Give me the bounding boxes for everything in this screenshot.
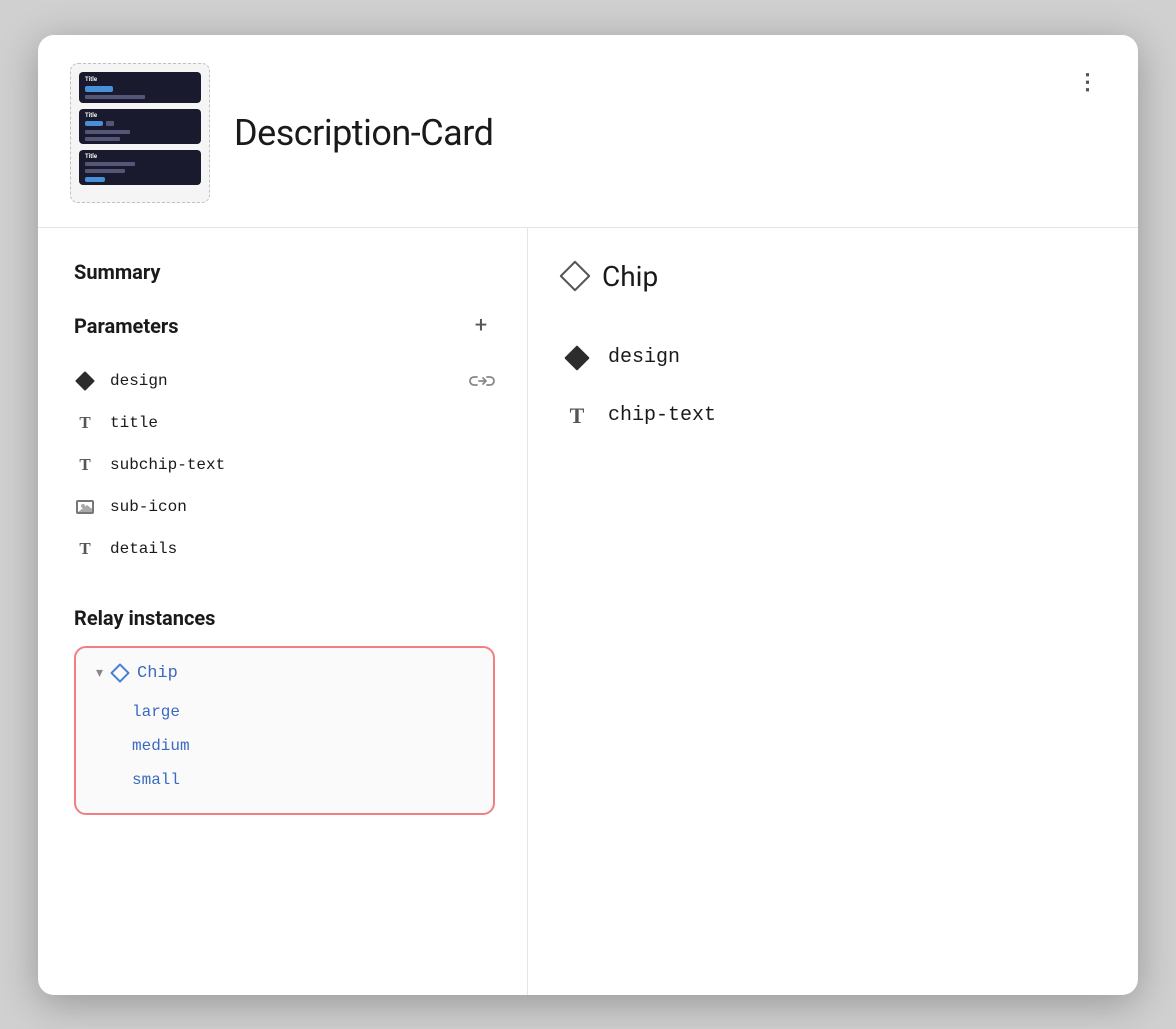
relay-chip-name: Chip	[137, 664, 178, 683]
right-param-design: design	[564, 329, 1102, 387]
more-options-button[interactable]: ⋮	[1070, 63, 1106, 99]
parameters-header: Parameters +	[74, 312, 495, 340]
chevron-down-icon: ▾	[96, 665, 103, 681]
t-icon-subchip: T	[74, 454, 96, 476]
relay-chip-sub-items: large medium small	[96, 695, 473, 797]
right-diamond-filled-icon	[564, 345, 590, 371]
right-param-chip-text: T chip-text	[564, 387, 1102, 445]
right-section-header: Chip	[564, 260, 1102, 293]
param-subchip-text-label: subchip-text	[110, 456, 495, 474]
relay-sub-item-small[interactable]: small	[132, 763, 473, 797]
header-title-area: Description-Card	[234, 112, 1046, 154]
right-param-design-label: design	[608, 346, 680, 369]
right-panel: Chip design T chip-text	[528, 228, 1138, 995]
header: Title Title Title Description-	[38, 35, 1138, 228]
summary-section-title: Summary	[74, 260, 495, 284]
param-design-label: design	[110, 372, 455, 390]
image-icon-sub-icon	[74, 496, 96, 518]
param-details-label: details	[110, 540, 495, 558]
main-window: Title Title Title Description-	[38, 35, 1138, 995]
param-design-link-icon[interactable]	[469, 371, 495, 391]
right-t-icon-chip-text: T	[564, 403, 590, 429]
chip-outline-icon	[559, 260, 590, 291]
chip-diamond-outline-icon	[110, 663, 130, 683]
right-param-chip-text-label: chip-text	[608, 404, 716, 427]
relay-instance-chip-header[interactable]: ▾ Chip	[96, 664, 473, 683]
left-panel: Summary Parameters + design	[38, 228, 528, 995]
relay-instances-title: Relay instances	[74, 606, 495, 630]
right-param-list: design T chip-text	[564, 329, 1102, 445]
t-icon-title: T	[74, 412, 96, 434]
relay-sub-item-medium[interactable]: medium	[132, 729, 473, 763]
param-sub-icon-label: sub-icon	[110, 498, 495, 516]
param-details: T details	[74, 528, 495, 570]
component-thumbnail: Title Title Title	[70, 63, 210, 203]
parameter-list: design T title	[74, 360, 495, 570]
page-title: Description-Card	[234, 112, 1046, 154]
add-parameter-button[interactable]: +	[467, 312, 495, 340]
diamond-filled-icon	[74, 370, 96, 392]
relay-instance-chip-box: ▾ Chip large medium small	[74, 646, 495, 815]
t-icon-details: T	[74, 538, 96, 560]
content-area: Summary Parameters + design	[38, 228, 1138, 995]
parameters-title: Parameters	[74, 314, 178, 338]
right-section-title: Chip	[602, 260, 658, 293]
param-design: design	[74, 360, 495, 402]
param-title-label: title	[110, 414, 495, 432]
param-subchip-text: T subchip-text	[74, 444, 495, 486]
param-sub-icon: sub-icon	[74, 486, 495, 528]
param-title: T title	[74, 402, 495, 444]
relay-sub-item-large[interactable]: large	[132, 695, 473, 729]
